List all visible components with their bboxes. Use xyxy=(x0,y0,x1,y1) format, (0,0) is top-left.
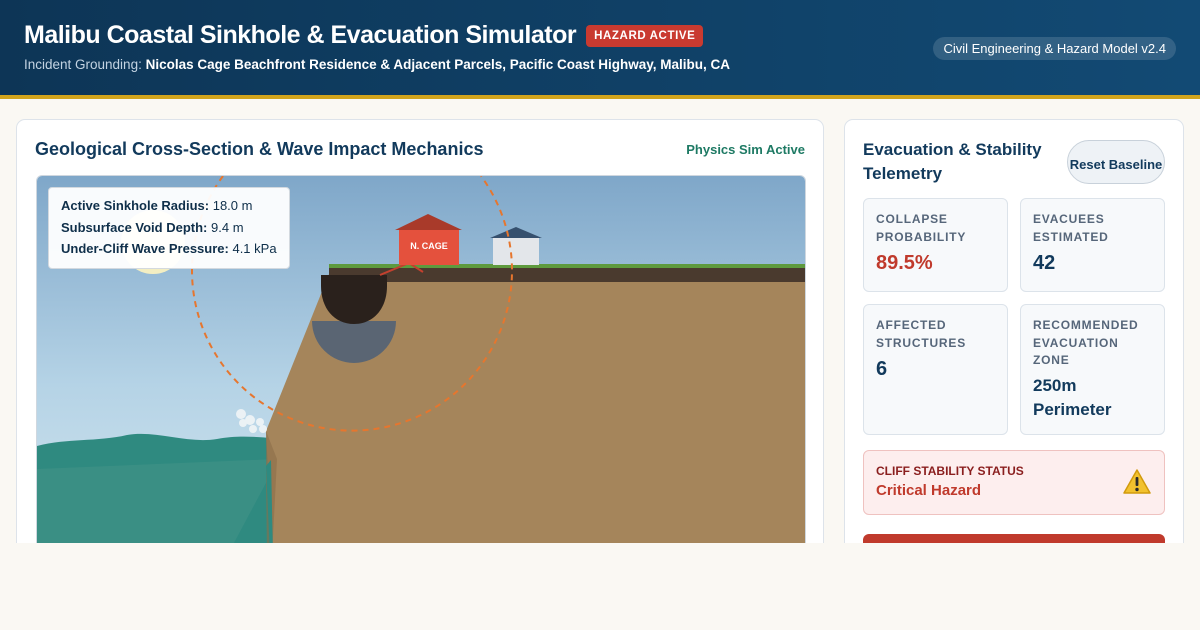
page-background-footer xyxy=(0,543,1200,630)
metric-value: 18.0 m xyxy=(212,198,253,213)
metric-value: 9.4 m xyxy=(211,219,244,235)
metric-row: Under-Cliff Wave Pressure: 4.1 kPa xyxy=(61,238,277,260)
physics-sim-status: Physics Sim Active xyxy=(686,142,805,157)
metric-label: Under-Cliff Wave Pressure: xyxy=(61,241,229,256)
metric-label: Active Sinkhole Radius: xyxy=(61,198,210,213)
model-version-pill: Civil Engineering & Hazard Model v2.4 xyxy=(933,37,1176,60)
stability-value: Critical Hazard xyxy=(876,482,982,499)
title-row: Malibu Coastal Sinkhole & Evacuation Sim… xyxy=(24,21,704,50)
evacuation-zone-card: RECOMMENDED EVACUATION ZONE 250m Perimet… xyxy=(1020,304,1165,435)
evacuees-card: EVACUEES ESTIMATED 42 xyxy=(1020,198,1165,292)
incident-location: Nicolas Cage Beachfront Residence & Adja… xyxy=(145,57,731,72)
header-accent-line xyxy=(0,95,1200,99)
incident-subtitle: Incident Grounding: Nicolas Cage Beachfr… xyxy=(24,57,730,72)
topsoil-layer xyxy=(329,268,805,282)
cross-section-panel: Geological Cross-Section & Wave Impact M… xyxy=(16,119,824,579)
cliff-stability-status: CLIFF STABILITY STATUS Critical Hazard xyxy=(863,450,1165,515)
metric-row: Active Sinkhole Radius: 18.0 m xyxy=(61,195,277,217)
cross-section-canvas[interactable]: N. CAGE Active Sinkhole Radius: 18.0 m S… xyxy=(36,175,806,555)
subtitle-prefix: Incident Grounding: xyxy=(24,57,142,72)
neighbor-house xyxy=(493,238,539,265)
cross-section-title: Geological Cross-Section & Wave Impact M… xyxy=(35,139,484,159)
collapse-probability-value: 89.5% xyxy=(876,252,933,274)
stat-label: COLLAPSE PROBABILITY xyxy=(876,212,967,244)
sinkhole-metrics-overlay: Active Sinkhole Radius: 18.0 m Subsurfac… xyxy=(48,187,290,269)
metric-value: 4.1 kPa xyxy=(232,241,277,256)
app-header: Malibu Coastal Sinkhole & Evacuation Sim… xyxy=(0,0,1200,95)
telemetry-title: Evacuation & Stability Telemetry xyxy=(863,140,1042,183)
stat-label: RECOMMENDED EVACUATION ZONE xyxy=(1033,318,1139,367)
reset-baseline-button[interactable]: Reset Baseline xyxy=(1067,140,1165,184)
stat-label: EVACUEES ESTIMATED xyxy=(1033,212,1109,244)
stat-label: AFFECTED STRUCTURES xyxy=(876,318,967,350)
collapse-probability-card: COLLAPSE PROBABILITY 89.5% xyxy=(863,198,1008,292)
metric-label: Subsurface Void Depth: xyxy=(61,219,208,235)
affected-structures-card: AFFECTED STRUCTURES 6 xyxy=(863,304,1008,435)
hazard-status-badge: HAZARD ACTIVE xyxy=(586,24,704,47)
affected-structures-value: 6 xyxy=(876,358,888,380)
evacuees-value: 42 xyxy=(1033,252,1056,274)
app-title: Malibu Coastal Sinkhole & Evacuation Sim… xyxy=(24,21,577,49)
warning-triangle-icon xyxy=(1123,469,1151,494)
evacuation-zone-value: 250m Perimeter xyxy=(1033,375,1112,419)
stability-label: CLIFF STABILITY STATUS xyxy=(876,464,1024,478)
cage-house-label: N. CAGE xyxy=(410,241,448,251)
metric-row: Subsurface Void Depth: 9.4 m xyxy=(61,217,277,239)
telemetry-panel: Evacuation & Stability Telemetry Reset B… xyxy=(844,119,1184,579)
